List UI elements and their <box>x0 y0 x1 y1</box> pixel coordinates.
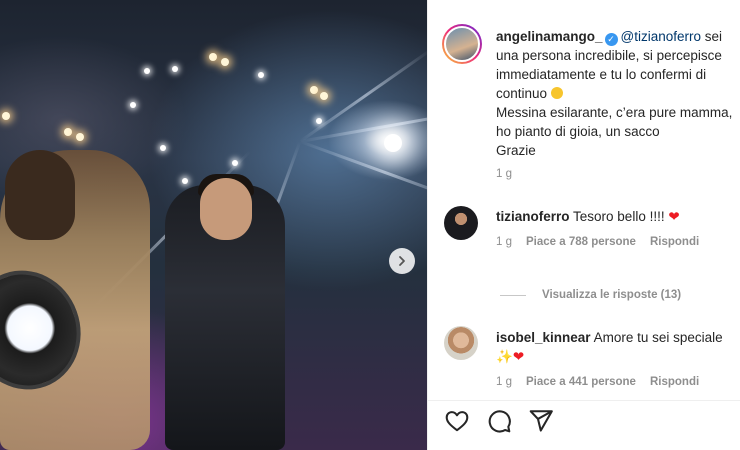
stage-spotlight <box>384 134 402 152</box>
comment-time[interactable]: 1 g <box>496 376 512 388</box>
performer-left-hair <box>5 150 75 240</box>
actions-divider <box>428 400 740 401</box>
comment-username[interactable]: isobel_kinnear <box>496 330 591 345</box>
stage-light <box>316 118 322 124</box>
view-replies-button[interactable]: Visualizza le risposte (13) <box>500 289 681 301</box>
stage-light <box>2 112 10 120</box>
comment-meta: 1 g Piace a 441 persone Rispondi <box>496 376 699 388</box>
stage-light <box>209 53 217 61</box>
chevron-right-icon <box>399 256 405 266</box>
view-replies-label: Visualizza le risposte (13) <box>542 289 682 301</box>
stage-light <box>320 92 328 100</box>
stage-light <box>76 133 84 141</box>
light-ray <box>299 140 427 205</box>
comment-likes[interactable]: Piace a 441 persone <box>526 376 636 388</box>
verified-badge-icon: ✓ <box>604 33 618 46</box>
stage-light <box>144 68 150 74</box>
next-media-button[interactable] <box>389 248 415 274</box>
comments-panel: angelinamango_ ✓ @tizianoferro sei una per… <box>427 0 740 450</box>
sparkle-emoji-icon: ✨ <box>496 349 513 364</box>
avatar-isobel-kinnear[interactable] <box>444 326 478 360</box>
stage-light <box>172 66 178 72</box>
stage-light <box>182 178 188 184</box>
stage-light <box>258 72 264 78</box>
post-meta: 1 g <box>496 168 512 180</box>
light-ray <box>299 105 427 143</box>
author-username[interactable]: angelinamango_ <box>496 29 603 44</box>
avatar-tizianoferro[interactable] <box>444 206 478 240</box>
stage-light <box>310 86 318 94</box>
replies-divider <box>500 294 526 296</box>
mention-link[interactable]: @tizianoferro <box>621 29 702 44</box>
comment-isobel-kinnear: isobel_kinnear Amore tu sei speciale ✨❤ <box>496 328 734 366</box>
heart-emoji-icon: ❤ <box>512 349 525 364</box>
performer-right-head <box>200 178 252 240</box>
reply-button[interactable]: Rispondi <box>650 236 699 248</box>
stage-light <box>130 102 136 108</box>
caption-text-2: Messina esilarante, c’era pure mamma, ho… <box>496 105 733 139</box>
avatar-angelinamango[interactable] <box>442 24 482 64</box>
comment-time[interactable]: 1 g <box>496 236 512 248</box>
stage-light <box>160 145 166 151</box>
stage-light <box>232 160 238 166</box>
heart-emoji-icon: ❤ <box>668 209 680 224</box>
post-time[interactable]: 1 g <box>496 168 512 180</box>
post-actions <box>444 408 554 434</box>
post-caption: angelinamango_ ✓ @tizianoferro sei una per… <box>496 27 734 160</box>
comment-meta: 1 g Piace a 788 persone Rispondi <box>496 236 699 248</box>
comment-text: Amore tu sei speciale <box>593 330 723 345</box>
stage-light <box>221 58 229 66</box>
comment-text: Tesoro bello !!!! <box>573 209 669 224</box>
caption-text-3: Grazie <box>496 143 536 158</box>
comment-icon[interactable] <box>486 408 512 434</box>
comment-username[interactable]: tizianoferro <box>496 209 570 224</box>
post-media[interactable] <box>0 0 427 450</box>
comment-likes[interactable]: Piace a 788 persone <box>526 236 636 248</box>
stage-light <box>64 128 72 136</box>
share-icon[interactable] <box>528 408 554 434</box>
comment-tizianoferro: tizianoferro Tesoro bello !!!! ❤ <box>496 207 734 226</box>
reply-button[interactable]: Rispondi <box>650 376 699 388</box>
smiley-emoji-icon <box>550 87 563 99</box>
heart-icon[interactable] <box>444 408 470 434</box>
